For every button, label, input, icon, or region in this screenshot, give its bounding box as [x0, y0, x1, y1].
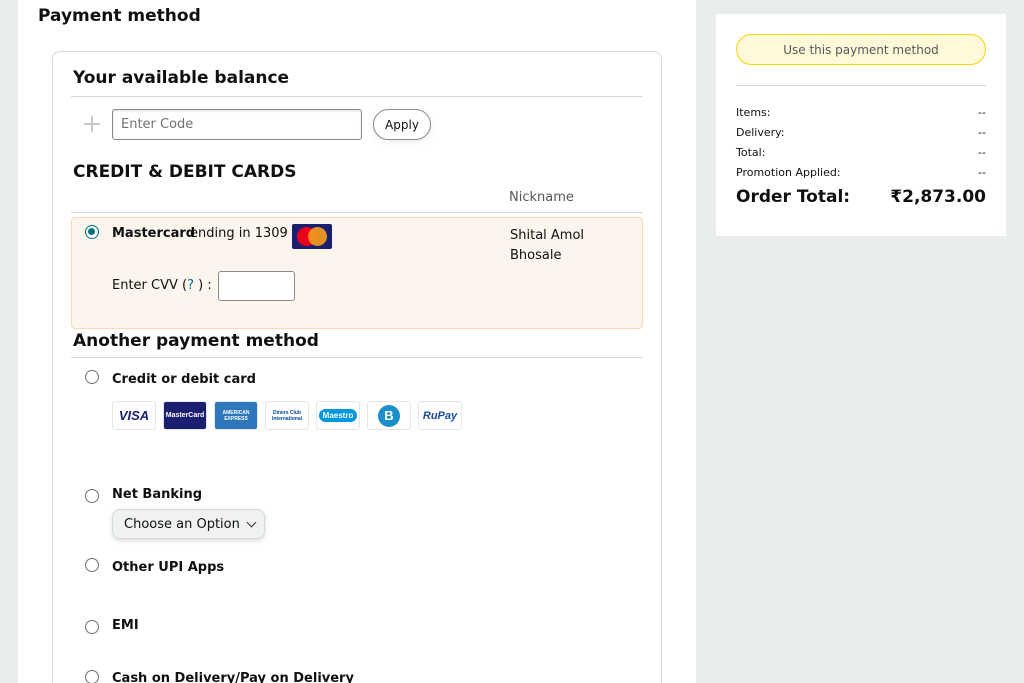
order-summary: Use this payment method Items: -- Deliver… — [716, 14, 1006, 236]
option-emi[interactable]: EMI — [112, 618, 139, 633]
option-net-banking[interactable]: Net Banking — [112, 487, 202, 502]
maestro-label: Maestro — [318, 409, 358, 422]
cvv-label-text: Enter CVV — [112, 278, 178, 293]
option-cod[interactable]: Cash on Delivery/Pay on Delivery — [112, 671, 354, 683]
chevron-down-icon — [246, 517, 257, 528]
bajaj-letter: B — [378, 404, 400, 427]
option-credit-debit[interactable]: Credit or debit card — [112, 372, 256, 387]
divider — [71, 357, 643, 358]
summary-row-total: Total: -- — [736, 146, 986, 159]
summary-label: Delivery: — [736, 126, 785, 139]
cvv-input[interactable] — [218, 271, 295, 301]
gift-code-input[interactable] — [112, 109, 362, 140]
cvv-label: Enter CVV (? ) : — [112, 278, 212, 293]
summary-value: -- — [978, 166, 986, 179]
amex-icon: AMERICAN EXPRESS — [214, 401, 258, 430]
card-brand: Mastercard — [112, 226, 196, 241]
divider — [71, 96, 643, 97]
balance-heading: Your available balance — [73, 68, 290, 88]
card-ending: ending in 1309 — [190, 226, 288, 241]
payment-methods-box: Your available balance Apply CREDIT & DE… — [52, 51, 662, 683]
card-nickname: Shital Amol Bhosale — [510, 228, 585, 263]
upi-radio[interactable] — [85, 558, 99, 572]
apply-button[interactable]: Apply — [373, 109, 431, 140]
net-banking-select-value: Choose an Option — [124, 517, 240, 532]
rupay-icon: RuPay — [418, 401, 462, 430]
emi-radio[interactable] — [85, 620, 99, 634]
summary-label: Promotion Applied: — [736, 166, 841, 179]
net-banking-select[interactable]: Choose an Option — [112, 509, 265, 539]
summary-value: -- — [978, 126, 986, 139]
option-upi[interactable]: Other UPI Apps — [112, 560, 224, 575]
order-total-value: ₹2,873.00 — [890, 187, 986, 207]
mastercard-icon — [292, 224, 332, 249]
maestro-icon: Maestro — [316, 401, 360, 430]
saved-card-radio[interactable] — [85, 225, 99, 239]
net-banking-radio[interactable] — [85, 489, 99, 503]
summary-row-promotion: Promotion Applied: -- — [736, 166, 986, 179]
another-method-heading: Another payment method — [73, 331, 319, 351]
plus-icon[interactable] — [82, 114, 102, 134]
page-title: Payment method — [38, 6, 201, 26]
mastercard-icon: MasterCard — [163, 401, 207, 430]
summary-row-delivery: Delivery: -- — [736, 126, 986, 139]
cards-heading: CREDIT & DEBIT CARDS — [73, 162, 297, 182]
divider — [71, 212, 643, 213]
diners-club-icon: Diners Club International — [265, 401, 309, 430]
summary-label: Total: — [736, 146, 766, 159]
order-total-label: Order Total: — [736, 187, 851, 207]
credit-debit-radio[interactable] — [85, 370, 99, 384]
cod-radio[interactable] — [85, 670, 99, 683]
summary-value: -- — [978, 146, 986, 159]
divider — [736, 85, 986, 86]
saved-card-row[interactable]: Mastercard ending in 1309 Shital Amol Bh… — [71, 217, 643, 329]
bajaj-icon: B — [367, 401, 411, 430]
main-column: Payment method Your available balance Ap… — [18, 0, 696, 683]
nickname-column-header: Nickname — [509, 190, 574, 205]
order-total: Order Total: ₹2,873.00 — [736, 187, 986, 207]
use-payment-method-button[interactable]: Use this payment method — [736, 34, 986, 65]
summary-row-items: Items: -- — [736, 106, 986, 119]
cvv-help-link[interactable]: ? — [187, 278, 194, 293]
summary-label: Items: — [736, 106, 771, 119]
summary-value: -- — [978, 106, 986, 119]
visa-icon: VISA — [112, 401, 156, 430]
